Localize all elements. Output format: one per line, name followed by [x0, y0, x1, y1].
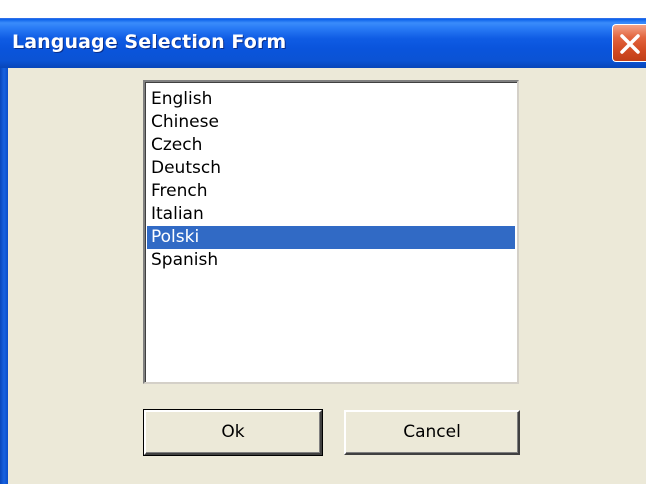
list-item[interactable]: Czech	[147, 134, 515, 157]
language-selection-dialog: Language Selection Form English Chinese …	[0, 18, 646, 484]
close-button[interactable]	[612, 24, 646, 62]
close-icon	[620, 34, 640, 54]
cancel-button[interactable]: Cancel	[344, 410, 520, 455]
list-item-selected[interactable]: Polski	[147, 226, 515, 249]
list-item[interactable]: Deutsch	[147, 157, 515, 180]
list-item[interactable]: Italian	[147, 203, 515, 226]
list-item[interactable]: English	[147, 88, 515, 111]
list-item[interactable]: Spanish	[147, 249, 515, 272]
title-bar[interactable]: Language Selection Form	[0, 18, 646, 68]
ok-button[interactable]: Ok	[143, 409, 323, 456]
list-item[interactable]: French	[147, 180, 515, 203]
list-item[interactable]: Chinese	[147, 111, 515, 134]
language-listbox[interactable]: English Chinese Czech Deutsch French Ita…	[143, 80, 519, 384]
window-title: Language Selection Form	[12, 31, 287, 53]
window-left-border	[0, 68, 8, 484]
